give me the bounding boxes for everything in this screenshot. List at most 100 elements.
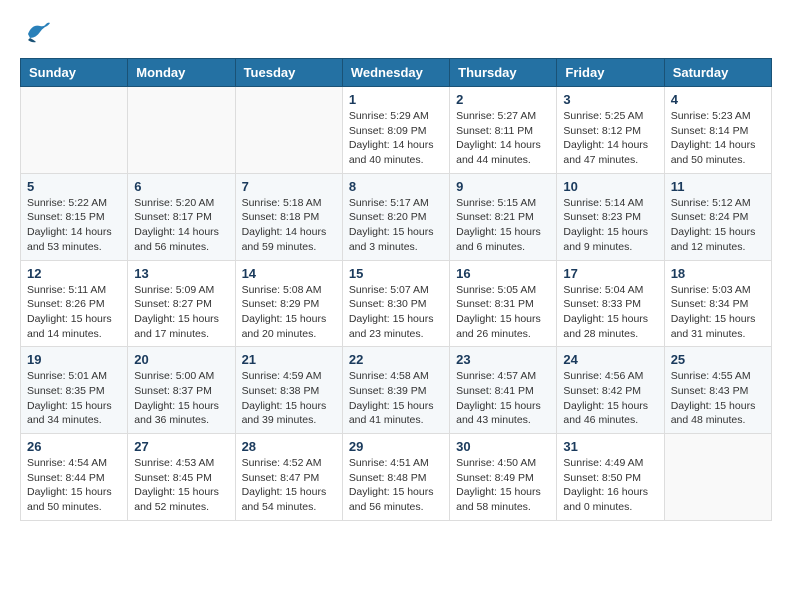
day-info: Sunrise: 4:52 AM Sunset: 8:47 PM Dayligh… bbox=[242, 456, 336, 515]
calendar-cell: 16 Sunrise: 5:05 AM Sunset: 8:31 PM Dayli… bbox=[450, 260, 557, 347]
day-number: 7 bbox=[242, 179, 336, 194]
day-number: 26 bbox=[27, 439, 121, 454]
day-info: Sunrise: 4:57 AM Sunset: 8:41 PM Dayligh… bbox=[456, 369, 550, 428]
calendar-cell: 14 Sunrise: 5:08 AM Sunset: 8:29 PM Dayli… bbox=[235, 260, 342, 347]
day-info: Sunrise: 4:50 AM Sunset: 8:49 PM Dayligh… bbox=[456, 456, 550, 515]
calendar-cell: 10Sunrise: 5:14 AM Sunset: 8:23 PM Dayli… bbox=[557, 173, 664, 260]
day-number: 14 bbox=[242, 266, 336, 281]
day-info: Sunrise: 5:18 AM Sunset: 8:18 PM Dayligh… bbox=[242, 196, 336, 255]
day-info: Sunrise: 5:15 AM Sunset: 8:21 PM Dayligh… bbox=[456, 196, 550, 255]
calendar-cell: 12 Sunrise: 5:11 AM Sunset: 8:26 PM Dayli… bbox=[21, 260, 128, 347]
logo bbox=[20, 20, 54, 48]
day-number: 31 bbox=[563, 439, 657, 454]
day-number: 16 bbox=[456, 266, 550, 281]
day-number: 24 bbox=[563, 352, 657, 367]
day-number: 19 bbox=[27, 352, 121, 367]
day-number: 25 bbox=[671, 352, 765, 367]
calendar-cell: 20 Sunrise: 5:00 AM Sunset: 8:37 PM Dayli… bbox=[128, 347, 235, 434]
day-info: Sunrise: 5:23 AM Sunset: 8:14 PM Dayligh… bbox=[671, 109, 765, 168]
calendar-cell: 19 Sunrise: 5:01 AM Sunset: 8:35 PM Dayli… bbox=[21, 347, 128, 434]
calendar-cell: 26 Sunrise: 4:54 AM Sunset: 8:44 PM Dayli… bbox=[21, 434, 128, 521]
weekday-header: Thursday bbox=[450, 59, 557, 87]
weekday-header: Wednesday bbox=[342, 59, 449, 87]
day-info: Sunrise: 5:00 AM Sunset: 8:37 PM Dayligh… bbox=[134, 369, 228, 428]
calendar-cell: 27 Sunrise: 4:53 AM Sunset: 8:45 PM Dayli… bbox=[128, 434, 235, 521]
calendar-cell bbox=[128, 87, 235, 174]
logo-bird-icon bbox=[20, 20, 52, 48]
day-number: 9 bbox=[456, 179, 550, 194]
calendar-cell: 3 Sunrise: 5:25 AM Sunset: 8:12 PM Daylig… bbox=[557, 87, 664, 174]
day-number: 12 bbox=[27, 266, 121, 281]
page-header bbox=[20, 20, 772, 48]
day-number: 22 bbox=[349, 352, 443, 367]
day-number: 23 bbox=[456, 352, 550, 367]
calendar-cell: 23 Sunrise: 4:57 AM Sunset: 8:41 PM Dayli… bbox=[450, 347, 557, 434]
day-number: 2 bbox=[456, 92, 550, 107]
calendar-cell: 2Sunrise: 5:27 AM Sunset: 8:11 PM Daylig… bbox=[450, 87, 557, 174]
calendar-cell: 22 Sunrise: 4:58 AM Sunset: 8:39 PM Dayli… bbox=[342, 347, 449, 434]
day-info: Sunrise: 5:29 AM Sunset: 8:09 PM Dayligh… bbox=[349, 109, 443, 168]
day-info: Sunrise: 4:51 AM Sunset: 8:48 PM Dayligh… bbox=[349, 456, 443, 515]
day-info: Sunrise: 5:09 AM Sunset: 8:27 PM Dayligh… bbox=[134, 283, 228, 342]
day-number: 28 bbox=[242, 439, 336, 454]
day-info: Sunrise: 5:07 AM Sunset: 8:30 PM Dayligh… bbox=[349, 283, 443, 342]
day-info: Sunrise: 4:58 AM Sunset: 8:39 PM Dayligh… bbox=[349, 369, 443, 428]
day-info: Sunrise: 5:05 AM Sunset: 8:31 PM Dayligh… bbox=[456, 283, 550, 342]
day-number: 13 bbox=[134, 266, 228, 281]
calendar-cell: 7 Sunrise: 5:18 AM Sunset: 8:18 PM Daylig… bbox=[235, 173, 342, 260]
weekday-header: Friday bbox=[557, 59, 664, 87]
day-number: 27 bbox=[134, 439, 228, 454]
day-number: 5 bbox=[27, 179, 121, 194]
day-number: 8 bbox=[349, 179, 443, 194]
weekday-header: Saturday bbox=[664, 59, 771, 87]
day-info: Sunrise: 5:25 AM Sunset: 8:12 PM Dayligh… bbox=[563, 109, 657, 168]
calendar-cell: 29 Sunrise: 4:51 AM Sunset: 8:48 PM Dayli… bbox=[342, 434, 449, 521]
weekday-header: Tuesday bbox=[235, 59, 342, 87]
calendar-cell: 31 Sunrise: 4:49 AM Sunset: 8:50 PM Dayli… bbox=[557, 434, 664, 521]
calendar-cell bbox=[664, 434, 771, 521]
calendar-cell: 28 Sunrise: 4:52 AM Sunset: 8:47 PM Dayli… bbox=[235, 434, 342, 521]
day-number: 29 bbox=[349, 439, 443, 454]
day-number: 18 bbox=[671, 266, 765, 281]
calendar-cell: 8 Sunrise: 5:17 AM Sunset: 8:20 PM Daylig… bbox=[342, 173, 449, 260]
day-number: 15 bbox=[349, 266, 443, 281]
calendar-cell: 30 Sunrise: 4:50 AM Sunset: 8:49 PM Dayli… bbox=[450, 434, 557, 521]
day-info: Sunrise: 5:22 AM Sunset: 8:15 PM Dayligh… bbox=[27, 196, 121, 255]
day-info: Sunrise: 5:03 AM Sunset: 8:34 PM Dayligh… bbox=[671, 283, 765, 342]
calendar-cell: 9 Sunrise: 5:15 AM Sunset: 8:21 PM Daylig… bbox=[450, 173, 557, 260]
day-number: 20 bbox=[134, 352, 228, 367]
calendar-cell: 4Sunrise: 5:23 AM Sunset: 8:14 PM Daylig… bbox=[664, 87, 771, 174]
day-info: Sunrise: 4:53 AM Sunset: 8:45 PM Dayligh… bbox=[134, 456, 228, 515]
calendar-cell: 1 Sunrise: 5:29 AM Sunset: 8:09 PM Daylig… bbox=[342, 87, 449, 174]
day-info: Sunrise: 5:14 AM Sunset: 8:23 PM Dayligh… bbox=[563, 196, 657, 255]
calendar-cell bbox=[21, 87, 128, 174]
calendar-cell: 15 Sunrise: 5:07 AM Sunset: 8:30 PM Dayli… bbox=[342, 260, 449, 347]
day-info: Sunrise: 4:59 AM Sunset: 8:38 PM Dayligh… bbox=[242, 369, 336, 428]
day-info: Sunrise: 5:01 AM Sunset: 8:35 PM Dayligh… bbox=[27, 369, 121, 428]
day-info: Sunrise: 4:56 AM Sunset: 8:42 PM Dayligh… bbox=[563, 369, 657, 428]
day-info: Sunrise: 4:49 AM Sunset: 8:50 PM Dayligh… bbox=[563, 456, 657, 515]
day-number: 11 bbox=[671, 179, 765, 194]
day-info: Sunrise: 5:20 AM Sunset: 8:17 PM Dayligh… bbox=[134, 196, 228, 255]
day-info: Sunrise: 5:17 AM Sunset: 8:20 PM Dayligh… bbox=[349, 196, 443, 255]
day-info: Sunrise: 5:08 AM Sunset: 8:29 PM Dayligh… bbox=[242, 283, 336, 342]
day-number: 17 bbox=[563, 266, 657, 281]
day-info: Sunrise: 5:12 AM Sunset: 8:24 PM Dayligh… bbox=[671, 196, 765, 255]
day-number: 21 bbox=[242, 352, 336, 367]
day-info: Sunrise: 4:55 AM Sunset: 8:43 PM Dayligh… bbox=[671, 369, 765, 428]
day-number: 1 bbox=[349, 92, 443, 107]
day-number: 6 bbox=[134, 179, 228, 194]
calendar-cell: 5 Sunrise: 5:22 AM Sunset: 8:15 PM Daylig… bbox=[21, 173, 128, 260]
calendar-cell: 13 Sunrise: 5:09 AM Sunset: 8:27 PM Dayli… bbox=[128, 260, 235, 347]
day-number: 30 bbox=[456, 439, 550, 454]
calendar-cell bbox=[235, 87, 342, 174]
calendar-cell: 18 Sunrise: 5:03 AM Sunset: 8:34 PM Dayli… bbox=[664, 260, 771, 347]
day-number: 3 bbox=[563, 92, 657, 107]
weekday-header: Sunday bbox=[21, 59, 128, 87]
day-info: Sunrise: 4:54 AM Sunset: 8:44 PM Dayligh… bbox=[27, 456, 121, 515]
calendar-cell: 17Sunrise: 5:04 AM Sunset: 8:33 PM Dayli… bbox=[557, 260, 664, 347]
calendar-cell: 21 Sunrise: 4:59 AM Sunset: 8:38 PM Dayli… bbox=[235, 347, 342, 434]
weekday-header: Monday bbox=[128, 59, 235, 87]
calendar-cell: 6 Sunrise: 5:20 AM Sunset: 8:17 PM Daylig… bbox=[128, 173, 235, 260]
day-info: Sunrise: 5:11 AM Sunset: 8:26 PM Dayligh… bbox=[27, 283, 121, 342]
